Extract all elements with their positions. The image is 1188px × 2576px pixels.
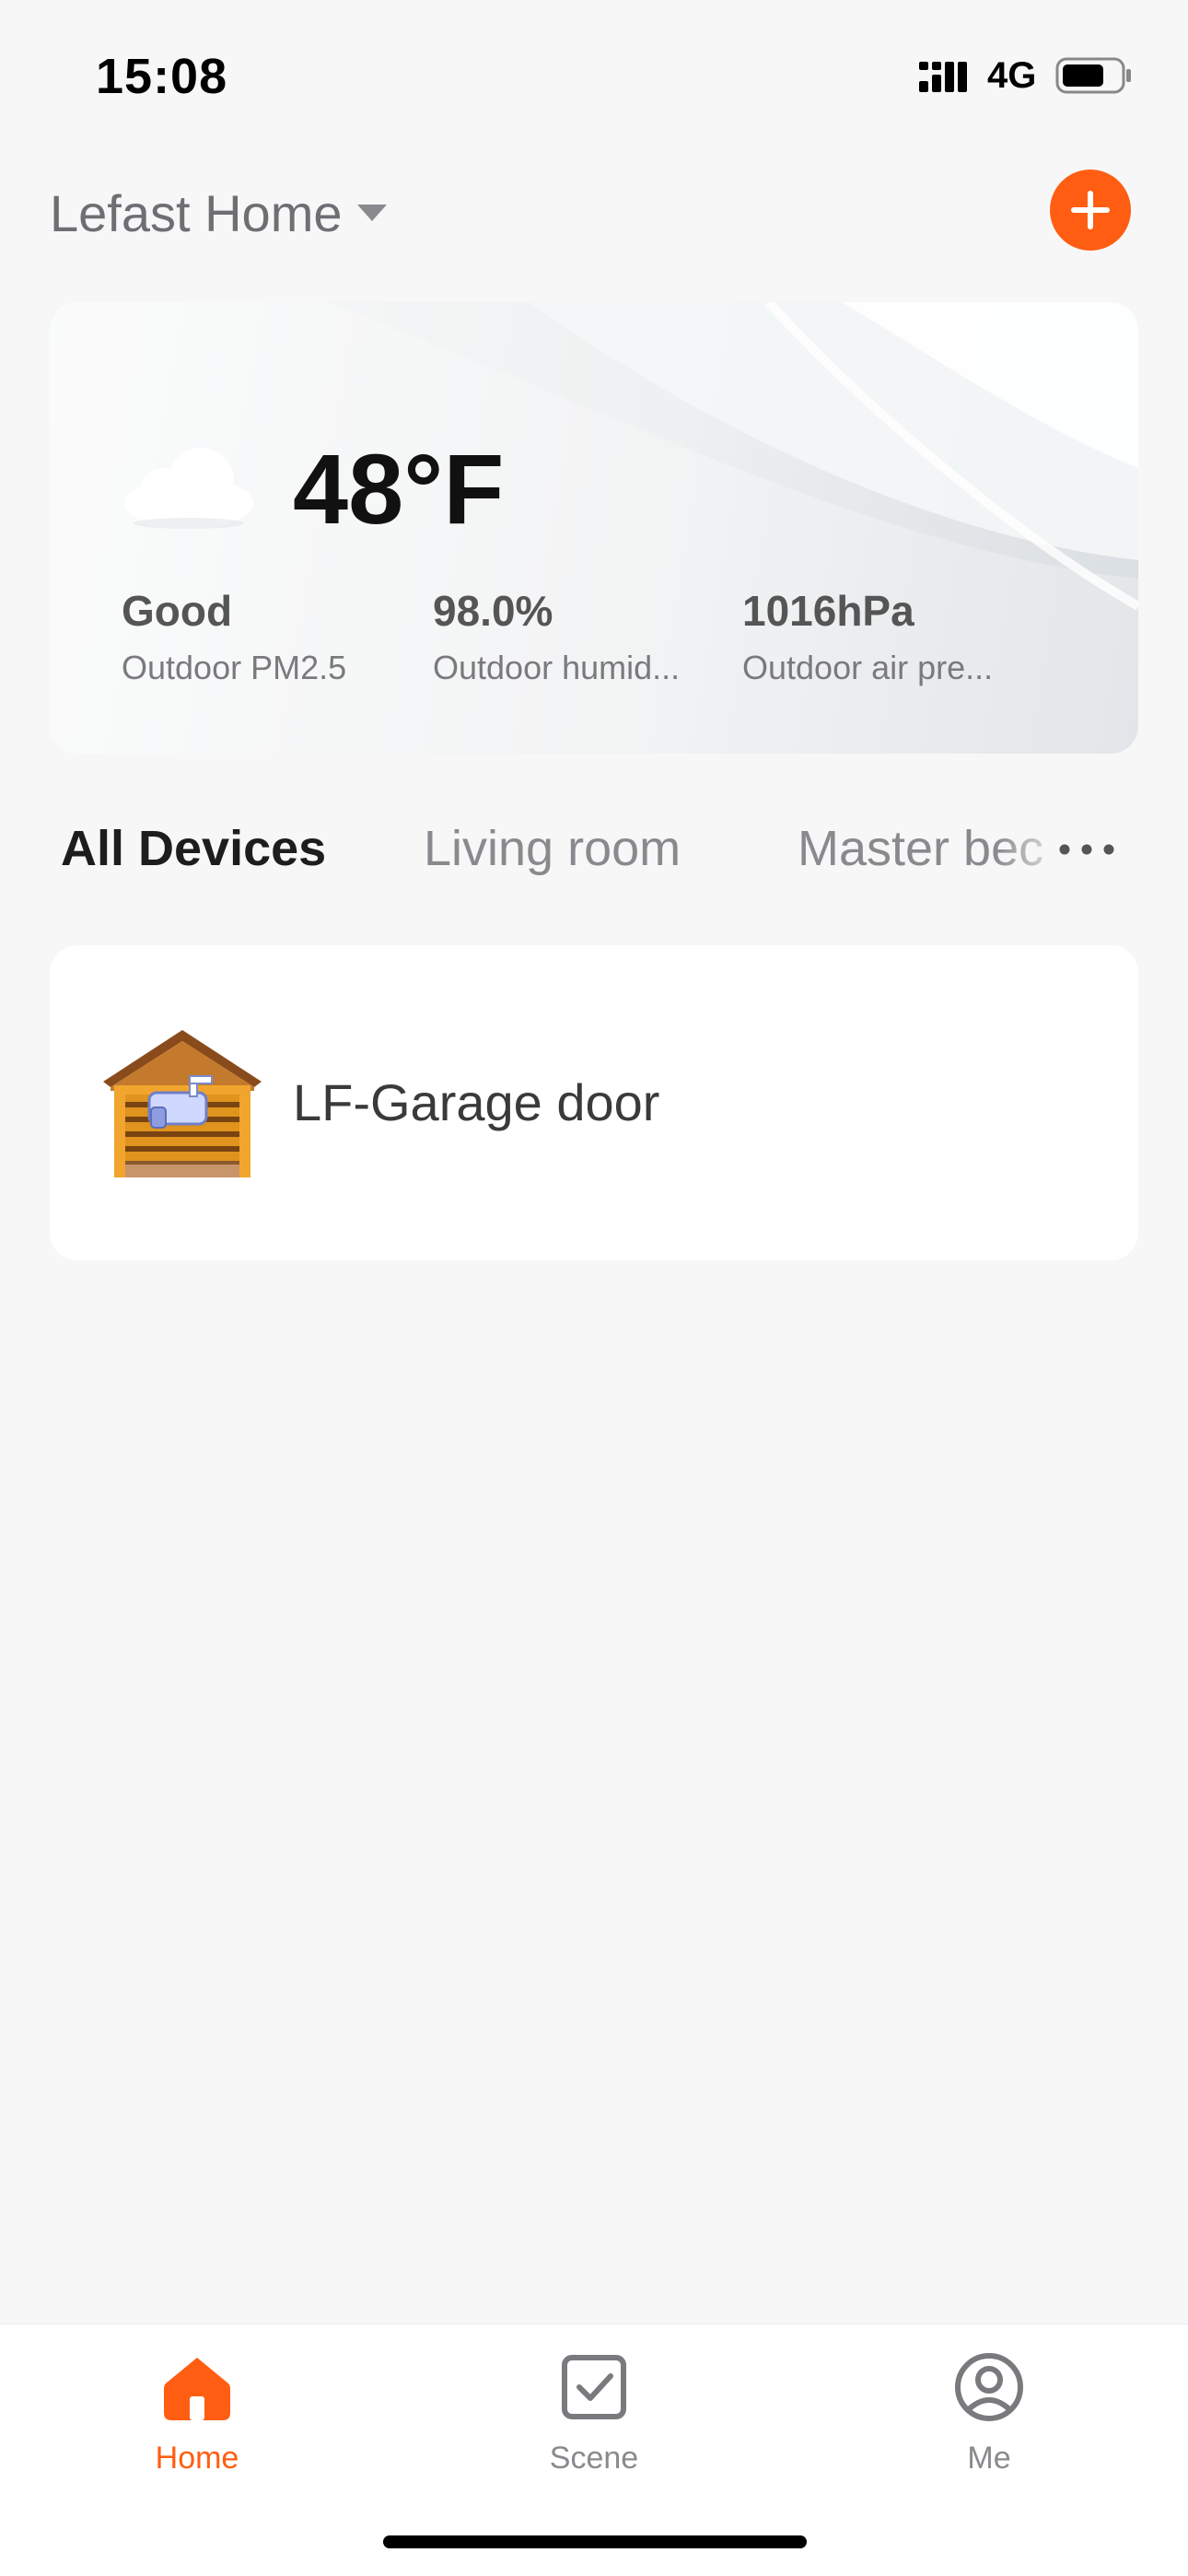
app-screen: 15:08 4G Lefast Home 48°F Good Outdoor P… (0, 0, 1188, 2576)
device-card[interactable]: LF-Garage door (50, 945, 1138, 1260)
room-tabs: All Devices Living room Master bec (0, 811, 1188, 894)
stat-label: Outdoor PM2.5 (122, 649, 347, 686)
cloud-icon (124, 448, 253, 529)
signal-icon (919, 62, 967, 92)
stat-label: Outdoor air pre... (742, 649, 994, 686)
status-bar: 15:08 4G (0, 0, 1188, 147)
home-selector[interactable]: Lefast Home (50, 181, 389, 245)
stat-humidity: 98.0% Outdoor humid... (433, 586, 680, 687)
nav-home[interactable]: Home (96, 2350, 298, 2488)
stat-value: Good (122, 587, 233, 635)
device-name: LF-Garage door (293, 1073, 660, 1131)
stat-value: 98.0% (433, 587, 553, 635)
nav-scene-label: Scene (549, 2441, 639, 2476)
weather-card[interactable]: 48°F Good Outdoor PM2.5 98.0% Outdoor hu… (50, 302, 1138, 754)
nav-me[interactable]: Me (888, 2350, 1090, 2488)
plus-icon (1071, 191, 1110, 229)
temperature: 48°F (293, 433, 505, 544)
tab-all-devices[interactable]: All Devices (61, 820, 326, 877)
nav-home-label: Home (155, 2441, 239, 2476)
nav-me-label: Me (967, 2441, 1011, 2476)
stat-air-pressure: 1016hPa Outdoor air pre... (742, 586, 993, 687)
nav-scene[interactable]: Scene (493, 2350, 695, 2488)
scene-checkbox-icon (562, 2355, 626, 2419)
home-indicator (383, 2535, 807, 2548)
network-type: 4G (987, 55, 1037, 96)
garage-door-icon (103, 1030, 262, 1177)
stat-value: 1016hPa (742, 587, 914, 635)
more-dots-icon[interactable] (1057, 840, 1116, 859)
tab-living-room[interactable]: Living room (424, 820, 681, 877)
stat-label: Outdoor humid... (433, 649, 681, 686)
home-name: Lefast Home (50, 183, 343, 242)
battery-icon (1055, 57, 1131, 94)
profile-icon (955, 2353, 1023, 2421)
status-time: 15:08 (96, 49, 228, 104)
home-icon (164, 2358, 230, 2420)
stat-pm25: Good Outdoor PM2.5 (122, 586, 346, 687)
caret-down-icon (356, 205, 387, 221)
add-device-button[interactable] (1050, 170, 1131, 251)
